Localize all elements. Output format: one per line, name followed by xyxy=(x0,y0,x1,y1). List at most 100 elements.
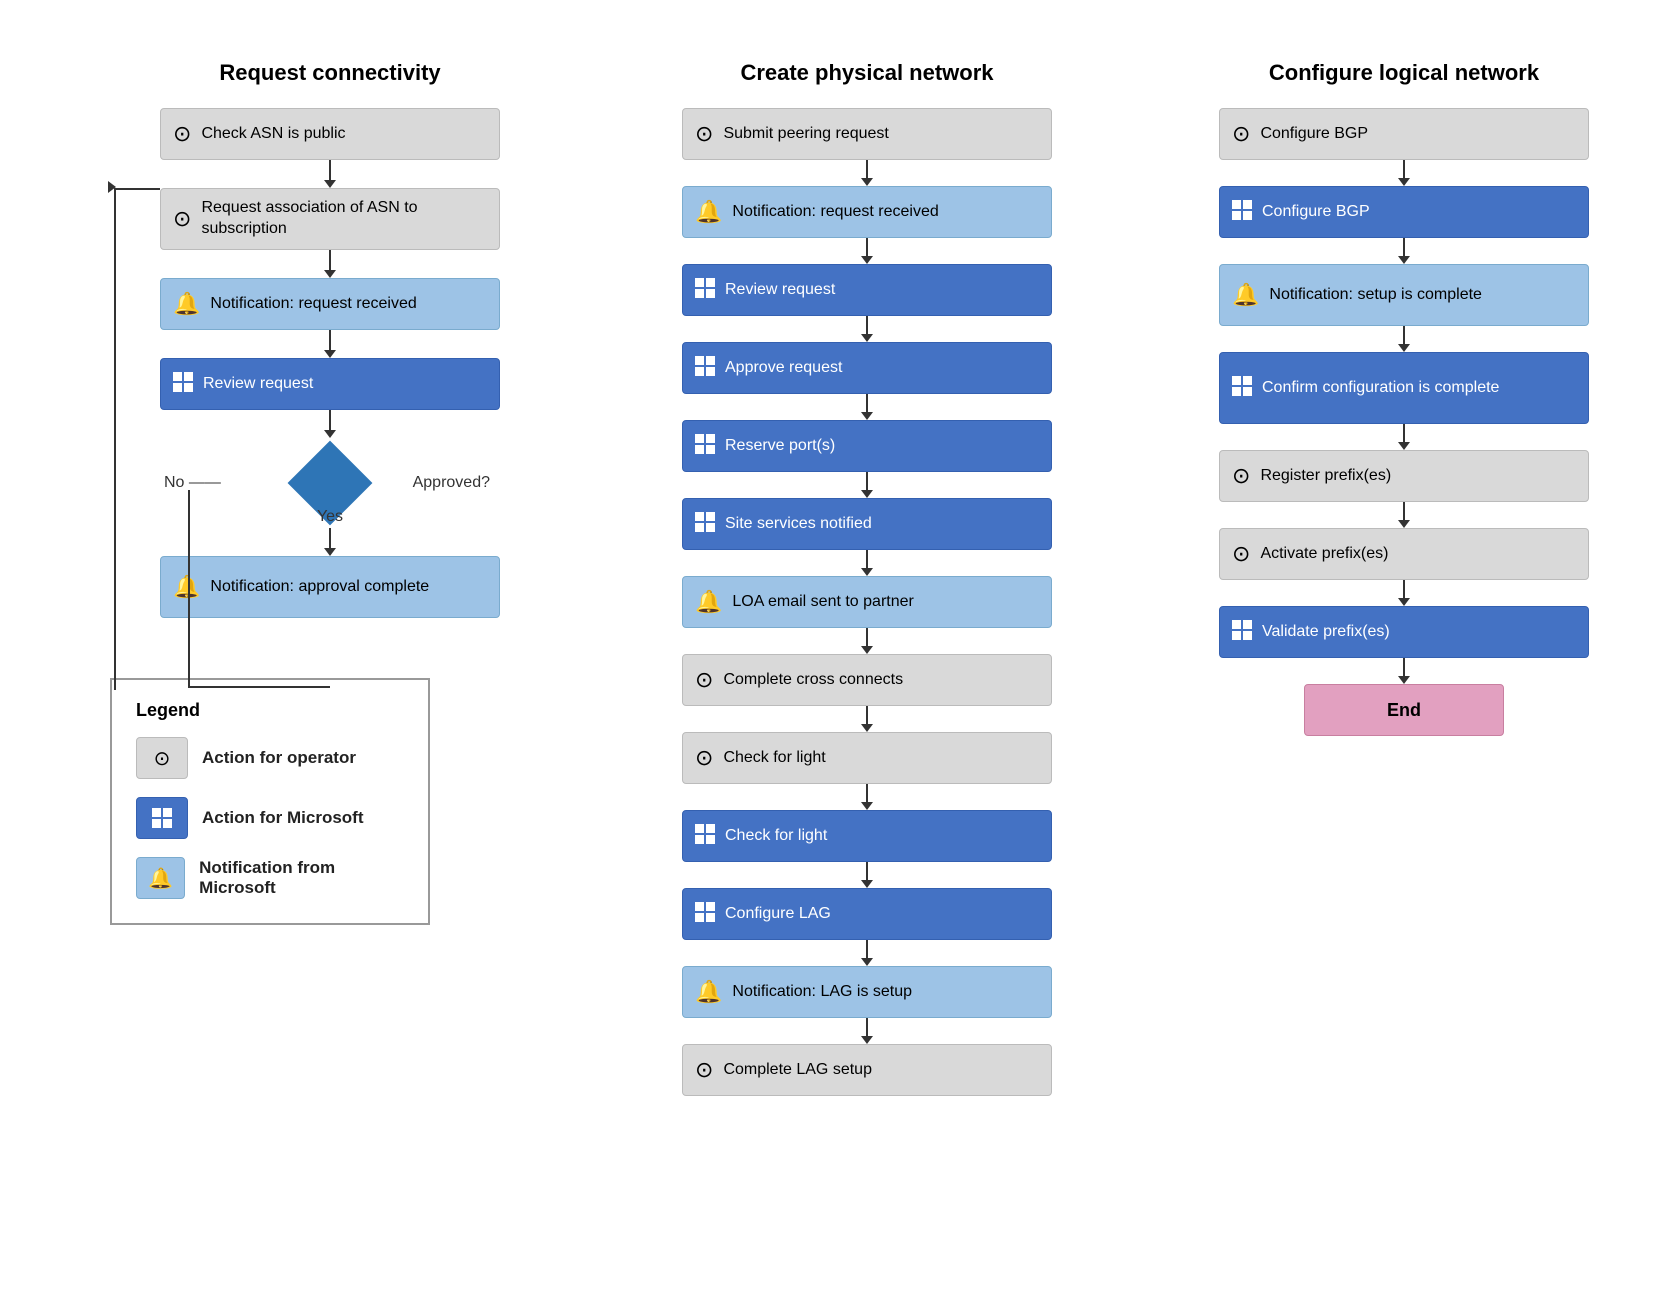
node-request-assoc-wrapper: ⊙ Request association of ASN to subscrip… xyxy=(160,188,500,250)
ah xyxy=(861,256,873,264)
yes-label: Yes xyxy=(317,508,343,526)
node-text: Notification: request received xyxy=(210,295,416,313)
windows-icon xyxy=(695,434,715,459)
ah xyxy=(861,880,873,888)
legend-label-notification: Notification from Microsoft xyxy=(199,858,404,898)
person-icon: ⊙ xyxy=(1232,121,1250,147)
bell-icon: 🔔 xyxy=(173,574,200,600)
ah xyxy=(861,1036,873,1044)
node-text: Notification: setup is complete xyxy=(1269,285,1482,306)
loop-arrowhead-top xyxy=(108,181,116,193)
a xyxy=(866,940,868,958)
bell-icon: 🔔 xyxy=(695,199,722,225)
ah xyxy=(1398,256,1410,264)
node-configure-bgp-blue: Configure BGP xyxy=(1219,186,1589,238)
node-check-light-gray: ⊙ Check for light xyxy=(682,732,1052,784)
ah xyxy=(1398,178,1410,186)
node-text: End xyxy=(1387,700,1421,721)
a xyxy=(866,628,868,646)
node-text: Check for light xyxy=(723,749,825,767)
ah xyxy=(1398,676,1410,684)
bell-icon: 🔔 xyxy=(695,589,722,615)
node-text: Site services notified xyxy=(725,515,872,533)
arrow2 xyxy=(329,528,331,548)
node-reserve-ports: Reserve port(s) xyxy=(682,420,1052,472)
node-review-req2: Review request xyxy=(682,264,1052,316)
a xyxy=(1403,502,1405,520)
person-icon: ⊙ xyxy=(1232,541,1250,567)
ah xyxy=(861,178,873,186)
a xyxy=(866,706,868,724)
legend-item-microsoft: Action for Microsoft xyxy=(136,797,404,839)
ah xyxy=(861,802,873,810)
a xyxy=(866,472,868,490)
no-label: No —— xyxy=(164,474,221,492)
node-notif-req-received: 🔔 Notification: request received xyxy=(682,186,1052,238)
ah xyxy=(861,568,873,576)
node-text: Request association of ASN to subscripti… xyxy=(201,198,487,240)
col2-title: Create physical network xyxy=(740,60,993,86)
legend-title: Legend xyxy=(136,700,404,721)
node-text: Configure BGP xyxy=(1260,125,1368,143)
col3-title: Configure logical network xyxy=(1269,60,1539,86)
person-icon: ⊙ xyxy=(695,121,713,147)
windows-icon xyxy=(695,356,715,381)
column-3: Configure logical network ⊙ Configure BG… xyxy=(1164,60,1644,736)
col2-flow: ⊙ Submit peering request 🔔 Notification:… xyxy=(682,108,1052,1096)
a xyxy=(1403,424,1405,442)
windows-icon xyxy=(695,512,715,537)
legend-box-blue xyxy=(136,797,188,839)
person-icon: ⊙ xyxy=(1232,463,1250,489)
arrowhead xyxy=(324,430,336,438)
ah xyxy=(1398,520,1410,528)
arrowhead xyxy=(324,180,336,188)
node-text: Reserve port(s) xyxy=(725,437,835,455)
a xyxy=(1403,658,1405,676)
col3-flow: ⊙ Configure BGP Configure BGP 🔔 Notifica… xyxy=(1219,108,1589,736)
node-text: Submit peering request xyxy=(723,125,888,143)
diamond-container: No —— Approved? Yes xyxy=(160,438,500,528)
person-icon: ⊙ xyxy=(695,667,713,693)
bell-icon: 🔔 xyxy=(695,979,722,1005)
node-text: Notification: request received xyxy=(732,203,938,221)
windows-icon xyxy=(1232,620,1252,645)
ah xyxy=(1398,442,1410,450)
col1-title: Request connectivity xyxy=(219,60,440,86)
legend-box-lightblue: 🔔 xyxy=(136,857,185,899)
windows-icon xyxy=(1232,376,1252,401)
node-submit-peering: ⊙ Submit peering request xyxy=(682,108,1052,160)
col1-flow: ⊙ Check ASN is public ⊙ Request associat… xyxy=(160,108,500,618)
node-configure-lag: Configure LAG xyxy=(682,888,1052,940)
node-text: Validate prefix(es) xyxy=(1262,623,1390,641)
person-icon: ⊙ xyxy=(695,1057,713,1083)
a xyxy=(866,160,868,178)
node-notif-setup-complete: 🔔 Notification: setup is complete xyxy=(1219,264,1589,326)
a xyxy=(1403,238,1405,256)
a xyxy=(866,862,868,880)
ah xyxy=(861,646,873,654)
loop-arrow-top xyxy=(114,188,160,190)
node-review-request: Review request xyxy=(160,358,500,410)
legend-label-microsoft: Action for Microsoft xyxy=(202,808,364,828)
windows-icon xyxy=(695,824,715,849)
windows-icon xyxy=(695,278,715,303)
columns-layout: Request connectivity ⊙ Check ASN is publ… xyxy=(90,60,1644,1096)
legend-item-operator: ⊙ Action for operator xyxy=(136,737,404,779)
a xyxy=(1403,580,1405,598)
a xyxy=(1403,326,1405,344)
a xyxy=(866,238,868,256)
arrow xyxy=(329,330,331,350)
node-approval-complete: 🔔 Notification: approval complete xyxy=(160,556,500,618)
bell-icon: 🔔 xyxy=(1232,282,1259,308)
node-site-services: Site services notified xyxy=(682,498,1052,550)
node-text: Register prefix(es) xyxy=(1260,467,1391,485)
node-check-asn: ⊙ Check ASN is public xyxy=(160,108,500,160)
node-loa-email: 🔔 LOA email sent to partner xyxy=(682,576,1052,628)
node-check-light-blue: Check for light xyxy=(682,810,1052,862)
node-complete-lag: ⊙ Complete LAG setup xyxy=(682,1044,1052,1096)
a xyxy=(866,1018,868,1036)
arrowhead xyxy=(324,350,336,358)
column-1: Request connectivity ⊙ Check ASN is publ… xyxy=(90,60,570,925)
a xyxy=(866,784,868,802)
ah xyxy=(1398,344,1410,352)
